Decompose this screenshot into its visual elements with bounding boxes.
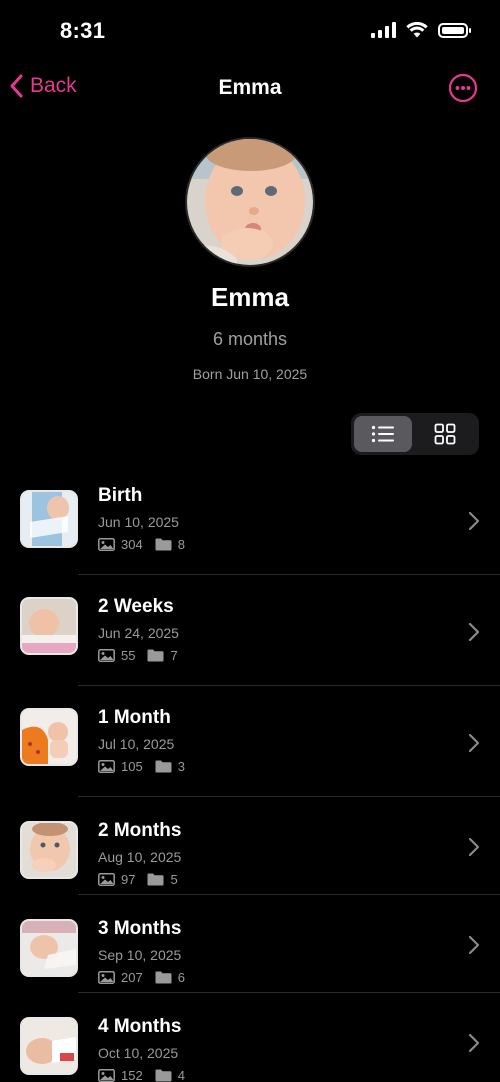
photo-count: 55 [121, 648, 136, 663]
profile-name: Emma [210, 282, 290, 312]
milestone-list: Birth Jun 10, 2025 304 8 2 Weeks Jun 24,… [0, 468, 500, 1082]
milestone-thumbnail [20, 708, 78, 766]
photo-count: 152 [121, 1068, 143, 1082]
milestone-title: Birth [98, 485, 143, 506]
milestone-date: Sep 10, 2025 [98, 947, 182, 963]
photo-icon [98, 760, 115, 773]
milestone-meta: 304 8 [98, 537, 185, 552]
folder-icon [155, 538, 172, 551]
photo-count: 105 [121, 759, 143, 774]
photo-icon [98, 1069, 115, 1082]
folder-count: 4 [177, 1068, 185, 1082]
milestone-title: 2 Months [98, 820, 182, 841]
grid-icon [434, 423, 456, 445]
milestone-date: Jun 10, 2025 [98, 514, 179, 530]
milestone-meta: 55 7 [98, 648, 178, 663]
photo-icon [98, 971, 115, 984]
milestone-title: 1 Month [98, 707, 171, 728]
milestone-thumbnail [20, 490, 78, 548]
milestone-date: Oct 10, 2025 [98, 1045, 179, 1061]
nav-title: Emma [218, 76, 282, 99]
chevron-right-icon [468, 511, 480, 531]
folder-icon [155, 1069, 172, 1082]
cellular-signal-icon [371, 22, 396, 38]
milestone-row-4-months[interactable]: 4 Months Oct 10, 2025 152 4 [0, 993, 500, 1082]
folder-count: 6 [177, 970, 185, 985]
photo-icon [98, 649, 115, 662]
photo-count: 304 [121, 537, 143, 552]
milestone-title: 3 Months [98, 918, 182, 939]
milestone-row-2-months[interactable]: 2 Months Aug 10, 2025 97 5 [0, 797, 500, 895]
folder-count: 5 [170, 872, 178, 887]
status-bar: 8:31 [0, 0, 500, 64]
milestone-thumbnail [20, 919, 78, 977]
milestone-row-birth[interactable]: Birth Jun 10, 2025 304 8 [0, 468, 500, 575]
milestones-screen: 8:31 Back Emma Emma 6 months Born Jun 10… [0, 0, 500, 1082]
milestone-meta: 152 4 [98, 1068, 185, 1082]
milestone-thumbnail [20, 821, 78, 879]
status-time: 8:31 [60, 18, 106, 43]
profile-born-date: Born Jun 10, 2025 [192, 366, 308, 382]
milestone-date: Jul 10, 2025 [98, 736, 175, 752]
wifi-icon [406, 22, 428, 38]
milestone-title: 2 Weeks [98, 596, 174, 617]
chevron-right-icon [468, 622, 480, 642]
photo-count: 97 [121, 872, 136, 887]
milestone-meta: 207 6 [98, 970, 185, 985]
milestone-date: Jun 24, 2025 [98, 625, 179, 641]
folder-icon [147, 873, 164, 886]
chevron-right-icon [468, 1033, 480, 1053]
milestone-row-3-months[interactable]: 3 Months Sep 10, 2025 207 6 [0, 895, 500, 993]
chevron-right-icon [468, 837, 480, 857]
photo-icon [98, 538, 115, 551]
photo-icon [98, 873, 115, 886]
view-toggle [351, 413, 479, 455]
folder-count: 8 [177, 537, 185, 552]
milestone-meta: 105 3 [98, 759, 185, 774]
battery-icon [438, 22, 471, 38]
milestone-date: Aug 10, 2025 [98, 849, 182, 865]
profile-age: 6 months [212, 329, 288, 349]
more-options-icon[interactable] [448, 73, 478, 103]
milestone-thumbnail [20, 1017, 78, 1075]
grid-view-button[interactable] [416, 416, 474, 452]
folder-icon [155, 760, 172, 773]
photo-count: 207 [121, 970, 143, 985]
milestone-row-1-month[interactable]: 1 Month Jul 10, 2025 105 3 [0, 686, 500, 797]
milestone-thumbnail [20, 597, 78, 655]
baby-avatar [185, 137, 315, 267]
folder-icon [155, 971, 172, 984]
chevron-right-icon [468, 935, 480, 955]
list-icon [371, 425, 394, 443]
navigation-bar: Back Emma [0, 64, 500, 114]
milestone-meta: 97 5 [98, 872, 178, 887]
folder-icon [147, 649, 164, 662]
status-icons [371, 22, 471, 38]
folder-count: 3 [177, 759, 185, 774]
list-view-button[interactable] [354, 416, 412, 452]
milestone-title: 4 Months [98, 1016, 182, 1037]
chevron-right-icon [468, 733, 480, 753]
folder-count: 7 [170, 648, 178, 663]
milestone-row-2-weeks[interactable]: 2 Weeks Jun 24, 2025 55 7 [0, 575, 500, 686]
